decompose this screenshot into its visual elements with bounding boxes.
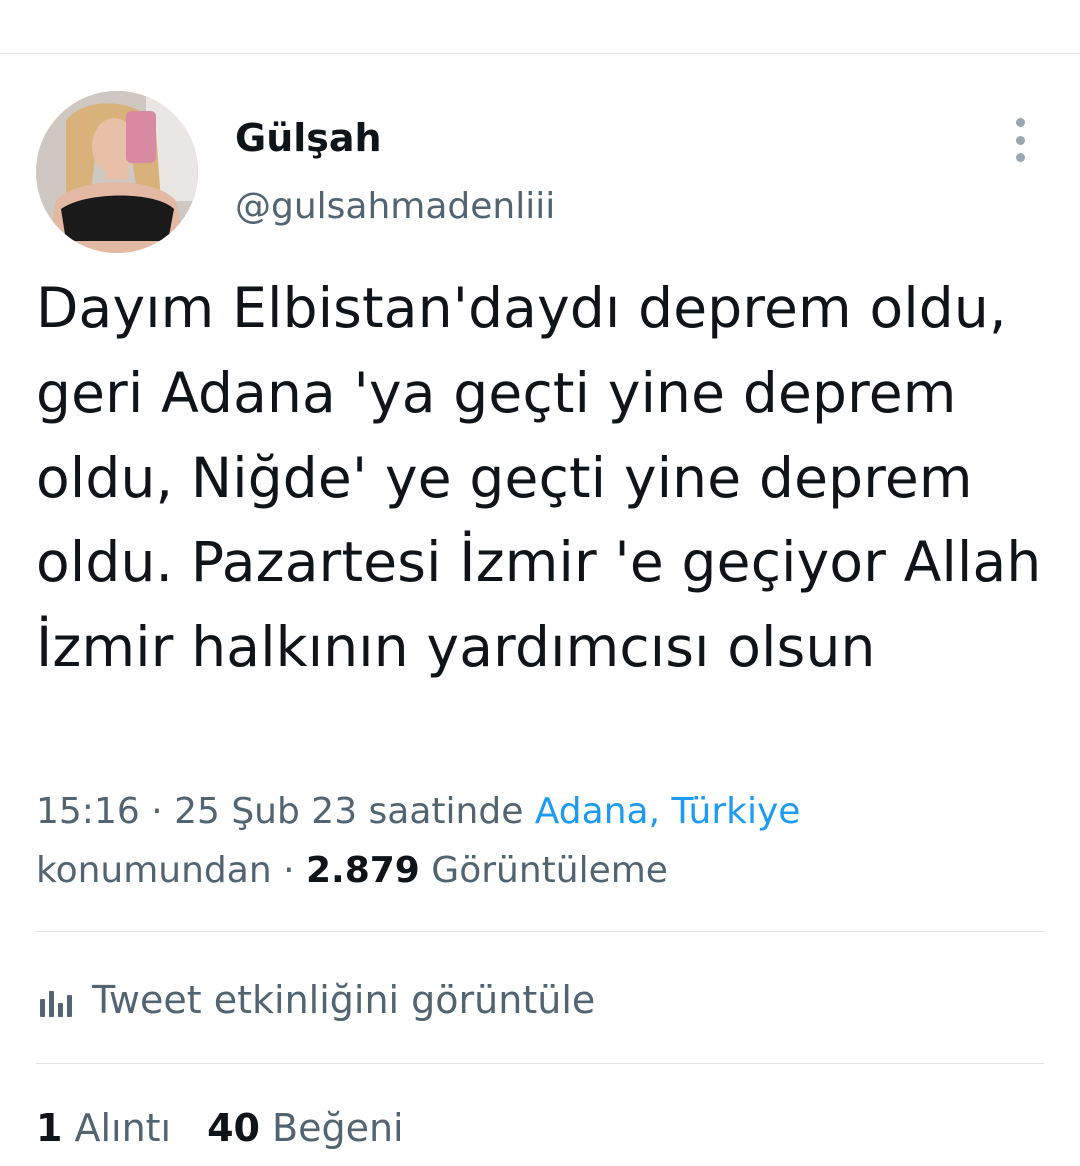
likes-label[interactable]: Beğeni xyxy=(272,1106,404,1150)
likes-count[interactable]: 40 xyxy=(207,1106,260,1150)
tweet-activity-button[interactable]: Tweet etkinliğini görüntüle xyxy=(36,970,595,1030)
quotes-count[interactable]: 1 xyxy=(36,1106,62,1150)
display-name[interactable]: Gülşah xyxy=(235,116,382,160)
user-handle[interactable]: @gulsahmadenliii xyxy=(235,186,555,227)
tweet-stats: 1 Alıntı 40 Beğeni xyxy=(36,1106,440,1166)
top-divider xyxy=(0,53,1080,54)
more-vertical-icon[interactable] xyxy=(1008,118,1032,162)
bar-chart-icon xyxy=(36,983,76,1017)
tweet-activity-label: Tweet etkinliğini görüntüle xyxy=(92,978,596,1022)
tweet-text: Dayım Elbistan'daydı deprem oldu, geri A… xyxy=(36,276,1042,680)
location-suffix: konumundan · xyxy=(36,850,306,891)
tweet-timestamp[interactable]: 15:16 · 25 Şub 23 saatinde xyxy=(36,791,535,832)
tweet-meta: 15:16 · 25 Şub 23 saatinde Adana, Türkiy… xyxy=(36,782,1046,900)
quotes-label[interactable]: Alıntı xyxy=(74,1106,171,1150)
avatar[interactable] xyxy=(36,91,198,253)
views-label: Görüntüleme xyxy=(419,850,668,891)
divider xyxy=(36,931,1044,932)
views-count: 2.879 xyxy=(305,850,420,891)
divider xyxy=(36,1063,1044,1064)
avatar-image xyxy=(36,91,198,253)
tweet-location-link[interactable]: Adana, Türkiye xyxy=(535,791,801,832)
